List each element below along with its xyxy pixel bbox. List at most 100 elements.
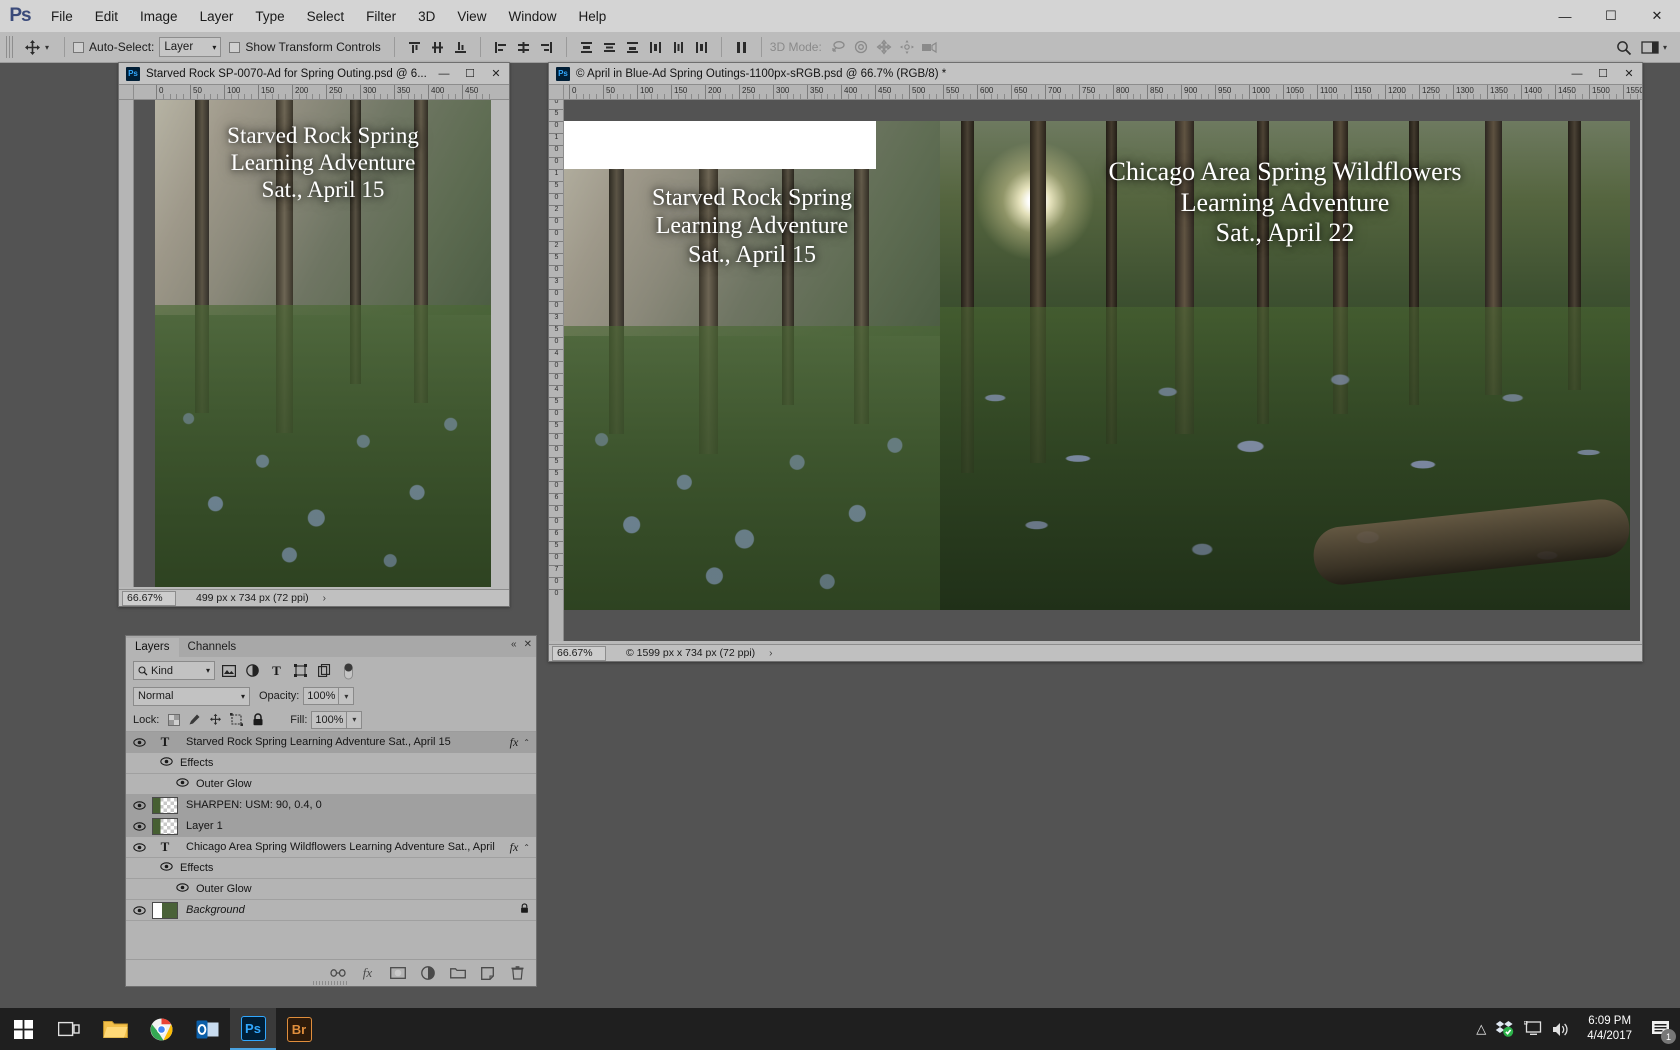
layer-thumbnail[interactable] xyxy=(152,817,178,835)
lock-all-icon[interactable] xyxy=(247,710,268,729)
close-app-button[interactable]: ✕ xyxy=(1634,0,1680,32)
close-document-right[interactable]: ✕ xyxy=(1616,63,1642,84)
lock-image-pixels-icon[interactable] xyxy=(184,710,205,729)
tab-layers[interactable]: Layers xyxy=(126,638,179,657)
add-layer-mask-icon[interactable] xyxy=(389,965,406,982)
panel-resize-grip[interactable] xyxy=(313,981,349,985)
dropbox-icon[interactable] xyxy=(1495,1020,1515,1038)
document-title-bar-right[interactable]: Ps © April in Blue-Ad Spring Outings-110… xyxy=(549,63,1642,85)
options-bar-grip[interactable] xyxy=(6,36,15,58)
fill-stepper-chevron-down-icon[interactable]: ▾ xyxy=(347,710,363,729)
minimize-app-button[interactable]: — xyxy=(1542,0,1588,32)
align-top-edges-icon[interactable] xyxy=(403,36,426,58)
visibility-eye-icon[interactable] xyxy=(160,757,173,766)
layer-row[interactable]: Outer Glow xyxy=(126,774,536,795)
filter-adjustment-icon[interactable] xyxy=(242,661,263,680)
layers-panel[interactable]: Layers Channels « ✕ Kind ▾ T Normal ▾ Op… xyxy=(125,635,537,987)
layer-row[interactable]: Background xyxy=(126,900,536,921)
filter-shape-icon[interactable] xyxy=(290,661,311,680)
system-clock[interactable]: 6:09 PM 4/4/2017 xyxy=(1587,1014,1632,1044)
link-layers-icon[interactable] xyxy=(329,965,346,982)
volume-icon[interactable] xyxy=(1552,1021,1571,1038)
effect-visibility-toggle[interactable] xyxy=(176,778,189,790)
menu-item-window[interactable]: Window xyxy=(497,5,567,28)
visibility-eye-icon[interactable] xyxy=(176,778,189,787)
distribute-bottom-edges-icon[interactable] xyxy=(621,36,644,58)
layer-thumbnail[interactable] xyxy=(152,901,178,919)
menu-item-file[interactable]: File xyxy=(40,5,84,28)
layer-visibility-toggle[interactable] xyxy=(126,816,152,837)
menu-item-edit[interactable]: Edit xyxy=(84,5,129,28)
lock-artboard-icon[interactable] xyxy=(226,710,247,729)
search-icon[interactable] xyxy=(1611,37,1637,59)
ruler-horizontal-right[interactable]: 0 50 100 150 200 250 300 350 400 450 500 550 600 650 7… xyxy=(564,85,1642,100)
notification-center-icon[interactable]: 1 xyxy=(1648,1016,1676,1044)
minimize-document-right[interactable]: — xyxy=(1564,63,1590,84)
close-document-left[interactable]: ✕ xyxy=(483,63,509,84)
filter-pixel-icon[interactable] xyxy=(218,661,239,680)
distribute-vertical-centers-icon[interactable] xyxy=(598,36,621,58)
status-expand-arrow-left[interactable]: › xyxy=(323,593,326,604)
collapse-panel-icon[interactable]: « xyxy=(511,639,517,650)
visibility-eye-icon[interactable] xyxy=(176,883,189,892)
layer-visibility-toggle[interactable] xyxy=(126,900,152,921)
distribute-right-edges-icon[interactable] xyxy=(690,36,713,58)
zoom-level-left[interactable]: 66.67% xyxy=(122,590,176,606)
canvas-left[interactable]: Starved Rock Spring Learning Adventure S… xyxy=(134,100,491,587)
layer-row[interactable]: SHARPEN: USM: 90, 0.4, 0 xyxy=(126,795,536,816)
photoshop-taskbar-icon[interactable]: Ps xyxy=(230,1008,276,1050)
3d-camera-icon[interactable] xyxy=(919,36,942,58)
layer-row[interactable]: T Chicago Area Spring Wildflowers Learnin… xyxy=(126,837,536,858)
start-button[interactable] xyxy=(0,1008,46,1050)
distribute-spacing-icon[interactable] xyxy=(730,36,753,58)
workspace-chevron-down-icon[interactable]: ▾ xyxy=(1663,43,1667,52)
ruler-vertical-left[interactable] xyxy=(119,85,134,587)
visibility-eye-icon[interactable] xyxy=(132,737,146,747)
ruler-horizontal-left[interactable]: 0 50 100 150 200 250 300 350 400 450 xyxy=(134,85,509,100)
maximize-app-button[interactable]: ☐ xyxy=(1588,0,1634,32)
display-icon[interactable] xyxy=(1524,1021,1543,1037)
new-adjustment-layer-icon[interactable] xyxy=(419,965,436,982)
menu-item-layer[interactable]: Layer xyxy=(189,5,245,28)
layer-row[interactable]: Layer 1 xyxy=(126,816,536,837)
layer-row[interactable]: Outer Glow xyxy=(126,879,536,900)
new-group-icon[interactable] xyxy=(449,965,466,982)
delete-layer-icon[interactable] xyxy=(509,965,526,982)
close-panel-icon[interactable]: ✕ xyxy=(524,639,532,650)
layer-thumbnail[interactable] xyxy=(152,796,178,814)
lock-transparent-pixels-icon[interactable] xyxy=(163,710,184,729)
layer-effects-indicator[interactable]: fx xyxy=(510,840,519,855)
visibility-eye-icon[interactable] xyxy=(132,800,146,810)
zoom-level-right[interactable]: 66.67% xyxy=(552,645,606,661)
effects-visibility-toggle[interactable] xyxy=(160,757,173,769)
opacity-value[interactable]: 100% xyxy=(303,687,340,705)
status-expand-arrow-right[interactable]: › xyxy=(769,648,772,659)
layer-row[interactable]: Effects xyxy=(126,858,536,879)
document-window-right[interactable]: Ps © April in Blue-Ad Spring Outings-110… xyxy=(548,62,1643,662)
menu-item-filter[interactable]: Filter xyxy=(355,5,407,28)
blend-mode-select[interactable]: Normal ▾ xyxy=(133,686,250,706)
new-layer-icon[interactable] xyxy=(479,965,496,982)
visibility-eye-icon[interactable] xyxy=(132,842,146,852)
expand-effects-chevron-icon[interactable]: ⌃ xyxy=(523,738,530,747)
bridge-taskbar-icon[interactable]: Br xyxy=(276,1008,322,1050)
align-bottom-edges-icon[interactable] xyxy=(449,36,472,58)
lock-position-icon[interactable] xyxy=(205,710,226,729)
move-tool-icon[interactable] xyxy=(19,36,45,58)
3d-pan-icon[interactable] xyxy=(873,36,896,58)
minimize-document-left[interactable]: — xyxy=(431,63,457,84)
filter-type-icon[interactable]: T xyxy=(266,661,287,680)
visibility-eye-icon[interactable] xyxy=(132,905,146,915)
menu-item-image[interactable]: Image xyxy=(129,5,189,28)
align-vertical-centers-icon[interactable] xyxy=(426,36,449,58)
layer-visibility-toggle[interactable] xyxy=(126,837,152,858)
3d-orbit-icon[interactable] xyxy=(827,36,850,58)
tool-preset-chevron-icon[interactable]: ▾ xyxy=(45,43,49,52)
show-transform-controls-checkbox[interactable] xyxy=(229,41,241,53)
distribute-top-edges-icon[interactable] xyxy=(575,36,598,58)
expand-effects-chevron-icon[interactable]: ⌃ xyxy=(523,843,530,852)
distribute-horizontal-centers-icon[interactable] xyxy=(667,36,690,58)
file-explorer-icon[interactable] xyxy=(92,1008,138,1050)
outlook-icon[interactable] xyxy=(184,1008,230,1050)
menu-item-select[interactable]: Select xyxy=(296,5,356,28)
